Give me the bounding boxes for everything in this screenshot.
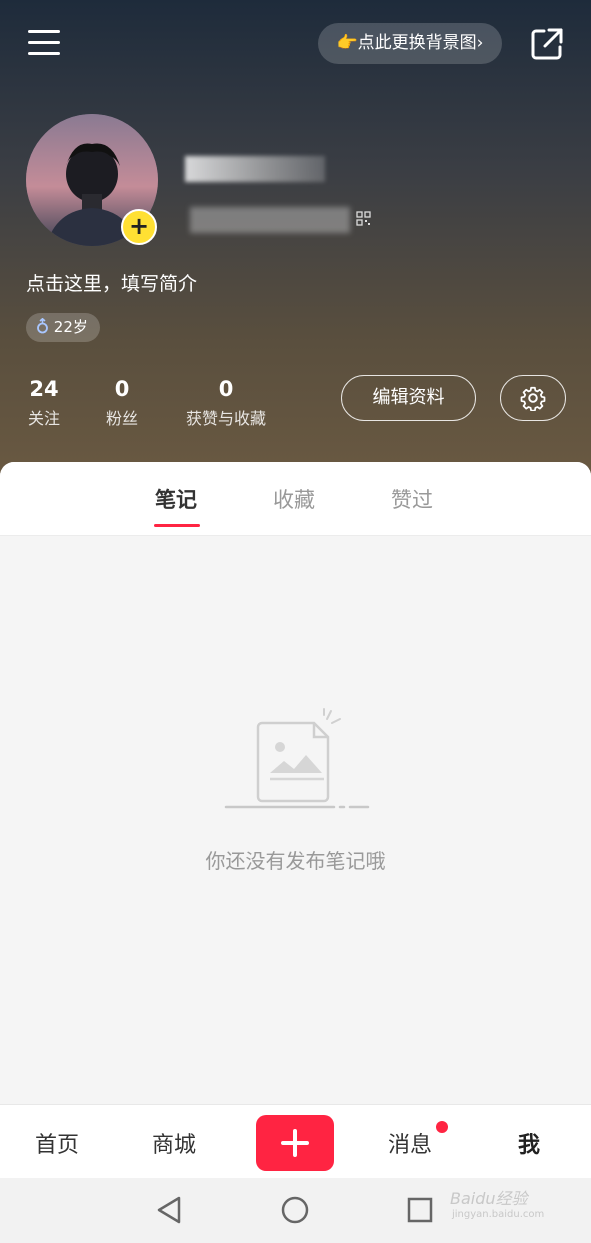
qr-code-icon[interactable] xyxy=(356,211,371,226)
following-stat[interactable]: 24 关注 xyxy=(22,375,66,429)
share-icon[interactable] xyxy=(530,27,564,61)
nav-home[interactable]: 首页 xyxy=(35,1127,79,1159)
watermark-url: jingyan.baidu.com xyxy=(452,1209,545,1220)
following-label: 关注 xyxy=(27,409,60,428)
baidu-watermark: Baidu经验 jingyan.baidu.com xyxy=(450,1185,544,1220)
recent-apps-icon[interactable] xyxy=(406,1196,434,1224)
menu-icon[interactable] xyxy=(28,30,60,58)
nav-messages[interactable]: 消息 xyxy=(388,1127,432,1159)
username-redacted xyxy=(185,156,325,182)
active-tab-indicator xyxy=(154,524,200,527)
tab-liked[interactable]: 赞过 xyxy=(391,484,433,514)
plus-icon xyxy=(281,1129,309,1157)
chevron-right-icon: › xyxy=(476,33,484,53)
user-id-redacted xyxy=(190,207,350,233)
edit-profile-button[interactable]: 编辑资料 xyxy=(341,375,476,421)
change-background-label: 👉点此更换背景图 xyxy=(336,33,477,53)
gear-icon xyxy=(520,386,546,411)
content-panel: 笔记 收藏 赞过 你还没有发布笔记哦 xyxy=(0,462,591,1104)
settings-button[interactable] xyxy=(500,375,566,421)
age-badge: 22岁 xyxy=(26,313,100,342)
empty-notes-icon xyxy=(224,708,370,809)
avatar-add-icon[interactable]: + xyxy=(121,209,157,245)
profile-header: 👉点此更换背景图› + 点击这里，填写简介 22岁 24 关注 0 粉丝 0 获… xyxy=(0,0,591,490)
message-notification-dot xyxy=(436,1121,448,1133)
male-gender-icon xyxy=(37,317,48,334)
change-background-button[interactable]: 👉点此更换背景图› xyxy=(318,23,502,64)
followers-label: 粉丝 xyxy=(105,409,138,428)
tab-bar: 笔记 收藏 赞过 xyxy=(0,462,591,536)
back-icon[interactable] xyxy=(155,1195,183,1225)
bio-text[interactable]: 点击这里，填写简介 xyxy=(26,269,197,296)
empty-state-message: 你还没有发布笔记哦 xyxy=(205,849,386,873)
home-circle-icon[interactable] xyxy=(280,1195,310,1225)
tab-collections[interactable]: 收藏 xyxy=(273,484,315,514)
followers-count: 0 xyxy=(114,377,130,401)
likes-collections-count: 0 xyxy=(218,377,234,401)
following-count: 24 xyxy=(29,377,59,401)
followers-stat[interactable]: 0 粉丝 xyxy=(100,375,144,429)
bottom-nav: 首页 商城 消息 我 xyxy=(0,1104,591,1178)
publish-button[interactable] xyxy=(256,1115,334,1171)
likes-collections-label: 获赞与收藏 xyxy=(185,409,266,428)
nav-me[interactable]: 我 xyxy=(518,1127,540,1159)
nav-mall[interactable]: 商城 xyxy=(152,1127,196,1159)
tab-notes[interactable]: 笔记 xyxy=(155,484,197,514)
likes-collections-stat[interactable]: 0 获赞与收藏 xyxy=(178,375,274,429)
age-label: 22岁 xyxy=(53,318,88,336)
watermark-brand: Baidu经验 xyxy=(450,1189,528,1208)
